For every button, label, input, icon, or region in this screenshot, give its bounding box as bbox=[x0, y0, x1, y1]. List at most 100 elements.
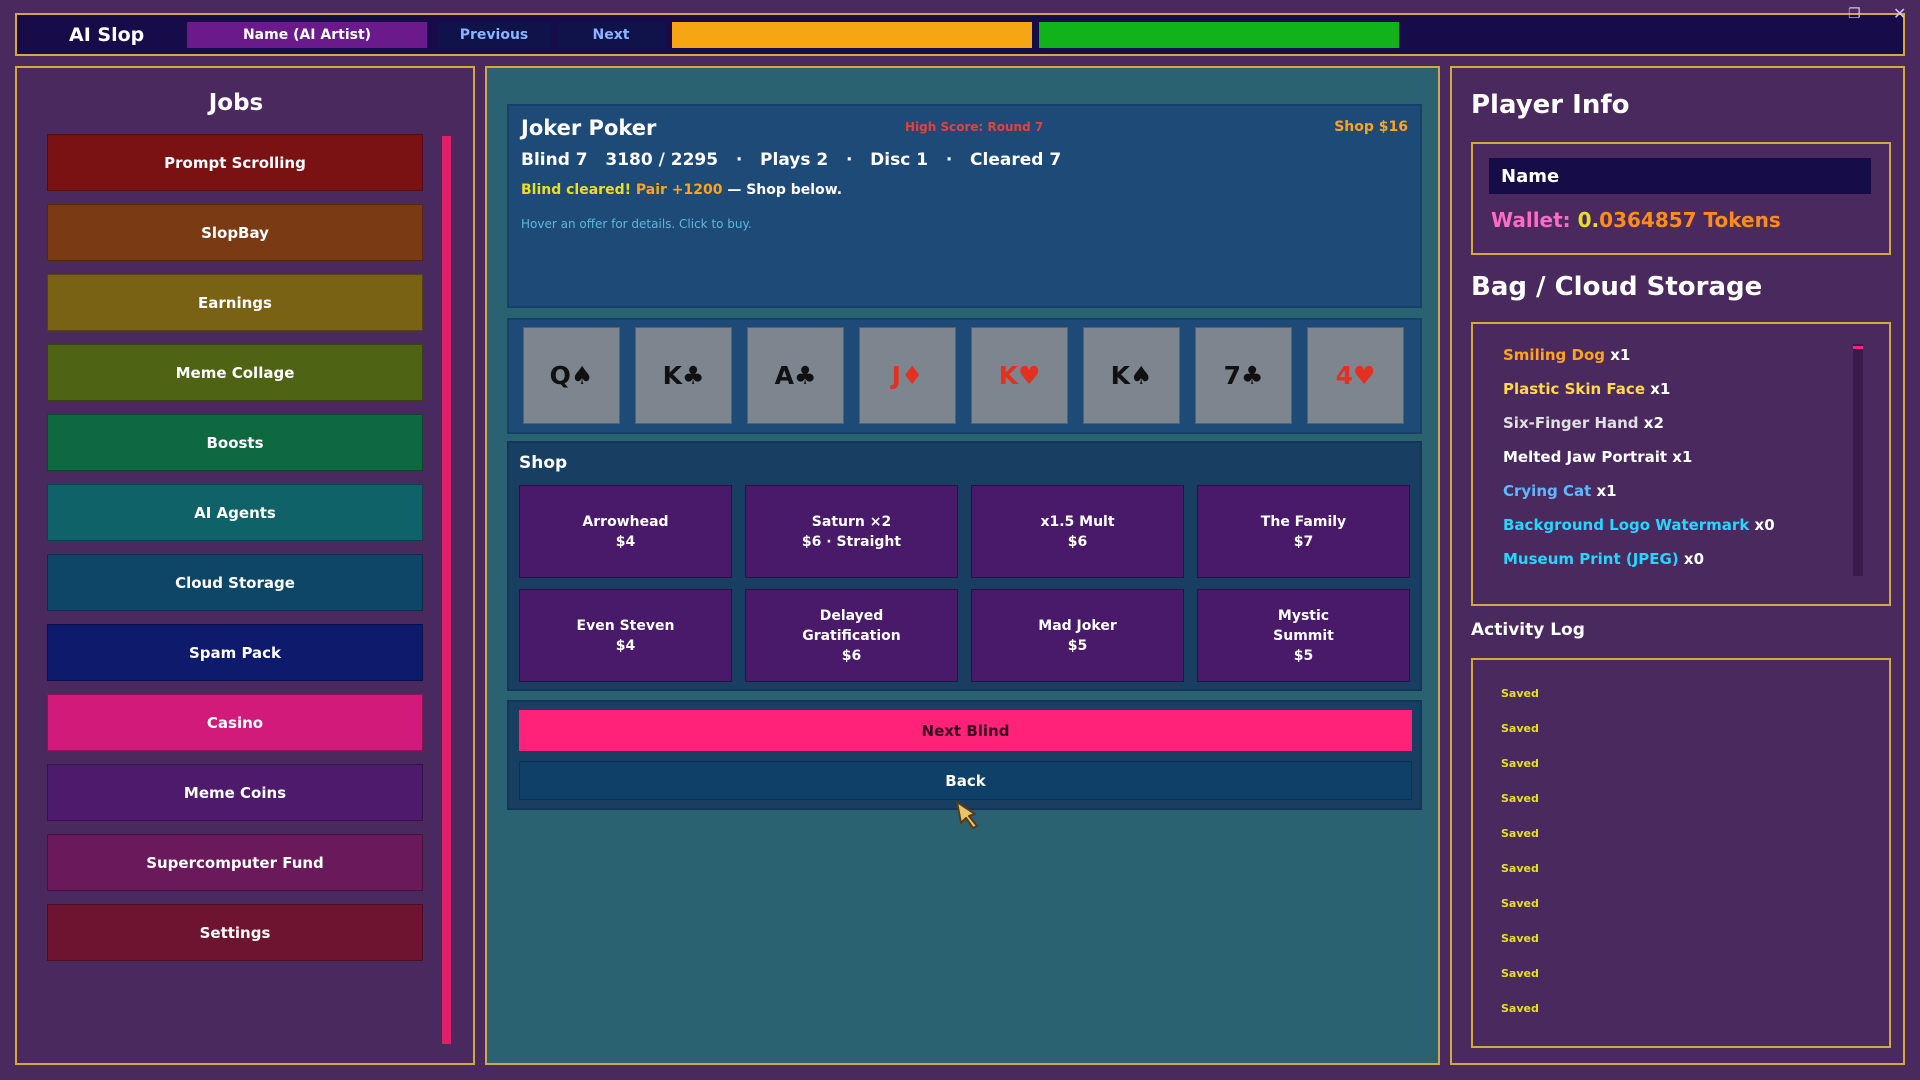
bag-item-count: x1 bbox=[1605, 346, 1631, 364]
playing-card[interactable]: Q♠ bbox=[523, 327, 620, 424]
jobs-scrollbar[interactable] bbox=[442, 136, 451, 1044]
bag-item-name: Six-Finger Hand bbox=[1503, 414, 1639, 432]
shop-offer[interactable]: Even Steven $4 bbox=[519, 589, 732, 682]
mouse-cursor-icon bbox=[956, 801, 978, 829]
jobs-panel: Jobs Prompt Scrolling SlopBay Earnings Meme… bbox=[15, 66, 475, 1065]
job-button-earnings[interactable]: Earnings bbox=[47, 274, 423, 331]
playing-card[interactable]: K♥ bbox=[971, 327, 1068, 424]
bag-item-name: Museum Print (JPEG) bbox=[1503, 550, 1679, 568]
wallet-label: Wallet: bbox=[1491, 208, 1578, 232]
job-button-meme-coins[interactable]: Meme Coins bbox=[47, 764, 423, 821]
bag-item-name: Background Logo Watermark bbox=[1503, 516, 1750, 534]
status-rest: — Shop below. bbox=[722, 182, 843, 198]
activity-log-title: Activity Log bbox=[1471, 620, 1585, 640]
log-entry: Saved bbox=[1501, 862, 1539, 875]
bag-scrollbar-thumb[interactable] bbox=[1853, 346, 1863, 349]
shop-offer-label: The Family $7 bbox=[1260, 513, 1347, 550]
job-button-meme-collage[interactable]: Meme Collage bbox=[47, 344, 423, 401]
shop-offer[interactable]: x1.5 Mult $6 bbox=[971, 485, 1184, 578]
high-score: High Score: Round 7 bbox=[905, 120, 1044, 134]
bag-item[interactable]: Background Logo Watermark x0 bbox=[1503, 516, 1775, 534]
bag-item-name: Crying Cat bbox=[1503, 482, 1592, 500]
playing-card[interactable]: K♠ bbox=[1083, 327, 1180, 424]
bag-item[interactable]: Crying Cat x1 bbox=[1503, 482, 1617, 500]
job-button-cloud-storage[interactable]: Cloud Storage bbox=[47, 554, 423, 611]
bag-item-count: x1 bbox=[1645, 380, 1671, 398]
shop-offer[interactable]: Delayed Gratification $6 bbox=[745, 589, 958, 682]
job-button-boosts[interactable]: Boosts bbox=[47, 414, 423, 471]
top-bar: AI Slop Name (AI Artist) Previous Next bbox=[15, 13, 1905, 56]
playing-card[interactable]: 7♣ bbox=[1195, 327, 1292, 424]
log-entry: Saved bbox=[1501, 827, 1539, 840]
job-button-prompt-scrolling[interactable]: Prompt Scrolling bbox=[47, 134, 423, 191]
shop-offer[interactable]: Saturn ×2 $6 · Straight bbox=[745, 485, 958, 578]
player-info-box: Name Wallet: 0.0364857 Tokens bbox=[1471, 142, 1891, 255]
back-button[interactable]: Back bbox=[519, 761, 1412, 800]
shop-offer[interactable]: Arrowhead $4 bbox=[519, 485, 732, 578]
game-stats: Blind 7 3180 / 2295 · Plays 2 · Disc 1 ·… bbox=[521, 150, 1062, 170]
shop-offer-label: Mystic Summit $5 bbox=[1273, 607, 1334, 664]
shop-offer-label: Even Steven $4 bbox=[576, 617, 675, 654]
player-info-title: Player Info bbox=[1471, 90, 1630, 120]
shop-offer-label: Arrowhead $4 bbox=[582, 513, 669, 550]
job-button-slopbay[interactable]: SlopBay bbox=[47, 204, 423, 261]
shop-offer[interactable]: The Family $7 bbox=[1197, 485, 1410, 578]
bag-item[interactable]: Six-Finger Hand x2 bbox=[1503, 414, 1664, 432]
shop-panel: Shop Arrowhead $4 Saturn ×2 $6 · Straight… bbox=[507, 441, 1422, 691]
green-progress-bar bbox=[1039, 22, 1399, 48]
job-button-supercomputer-fund[interactable]: Supercomputer Fund bbox=[47, 834, 423, 891]
log-entry: Saved bbox=[1501, 932, 1539, 945]
job-button-spam-pack[interactable]: Spam Pack bbox=[47, 624, 423, 681]
next-blind-button[interactable]: Next Blind bbox=[519, 710, 1412, 751]
bag-item[interactable]: Melted Jaw Portrait x1 bbox=[1503, 448, 1692, 466]
activity-log-box: Saved Saved Saved Saved Saved Saved Saved Saved… bbox=[1471, 658, 1891, 1048]
restore-window-icon[interactable]: ❐ bbox=[1848, 6, 1861, 22]
playing-card[interactable]: J♦ bbox=[859, 327, 956, 424]
bag-item-name: Plastic Skin Face bbox=[1503, 380, 1645, 398]
bag-box: Smiling Dog x1 Plastic Skin Face x1 Six-Fi… bbox=[1471, 322, 1891, 606]
wallet-zero: 0. bbox=[1577, 208, 1600, 232]
actions-panel: Next Blind Back bbox=[507, 700, 1422, 810]
game-panel: Joker Poker High Score: Round 7 Shop $16… bbox=[485, 66, 1440, 1065]
previous-button[interactable]: Previous bbox=[437, 22, 551, 48]
shop-hint: Hover an offer for details. Click to buy… bbox=[521, 217, 752, 231]
shop-money: Shop $16 bbox=[1334, 119, 1408, 135]
playing-card[interactable]: K♣ bbox=[635, 327, 732, 424]
shop-offer[interactable]: Mystic Summit $5 bbox=[1197, 589, 1410, 682]
bag-item[interactable]: Museum Print (JPEG) x0 bbox=[1503, 550, 1704, 568]
player-panel: Player Info Name Wallet: 0.0364857 Token… bbox=[1450, 66, 1905, 1065]
close-window-icon[interactable]: ✕ bbox=[1893, 4, 1906, 23]
job-button-ai-agents[interactable]: AI Agents bbox=[47, 484, 423, 541]
wallet-value: 0364857 Tokens bbox=[1599, 208, 1781, 232]
playing-card[interactable]: A♣ bbox=[747, 327, 844, 424]
bag-item-count: x2 bbox=[1638, 414, 1664, 432]
game-info-box: Joker Poker High Score: Round 7 Shop $16… bbox=[507, 104, 1422, 308]
shop-offer-label: x1.5 Mult $6 bbox=[1040, 513, 1115, 550]
shop-offer[interactable]: Mad Joker $5 bbox=[971, 589, 1184, 682]
bag-item-count: x0 bbox=[1678, 550, 1705, 568]
wallet: Wallet: 0.0364857 Tokens bbox=[1491, 208, 1781, 232]
job-button-casino[interactable]: Casino bbox=[47, 694, 423, 751]
bag-item[interactable]: Smiling Dog x1 bbox=[1503, 346, 1630, 364]
game-status: Blind cleared! Pair +1200 — Shop below. bbox=[521, 182, 842, 198]
jobs-title: Jobs bbox=[208, 90, 264, 116]
player-name[interactable]: Name bbox=[1489, 158, 1871, 194]
bag-scrollbar[interactable] bbox=[1853, 344, 1863, 576]
app-title: AI Slop bbox=[69, 24, 145, 46]
bag-item-name: Smiling Dog bbox=[1503, 346, 1605, 364]
bag-item-count: x0 bbox=[1749, 516, 1775, 534]
shop-offer-label: Delayed Gratification $6 bbox=[802, 607, 901, 664]
job-button-settings[interactable]: Settings bbox=[47, 904, 423, 961]
log-entry: Saved bbox=[1501, 757, 1539, 770]
shop-title: Shop bbox=[519, 453, 568, 473]
name-button[interactable]: Name (AI Artist) bbox=[187, 22, 427, 48]
status-cleared: Blind cleared! bbox=[521, 182, 631, 198]
shop-offer-label: Saturn ×2 $6 · Straight bbox=[801, 513, 902, 550]
next-button[interactable]: Next bbox=[557, 22, 665, 48]
orange-progress-bar bbox=[672, 22, 1032, 48]
bag-item-name: Melted Jaw Portrait bbox=[1503, 448, 1668, 466]
game-title: Joker Poker bbox=[521, 116, 657, 140]
status-pair: Pair +1200 bbox=[635, 182, 723, 198]
playing-card[interactable]: 4♥ bbox=[1307, 327, 1404, 424]
bag-item[interactable]: Plastic Skin Face x1 bbox=[1503, 380, 1670, 398]
